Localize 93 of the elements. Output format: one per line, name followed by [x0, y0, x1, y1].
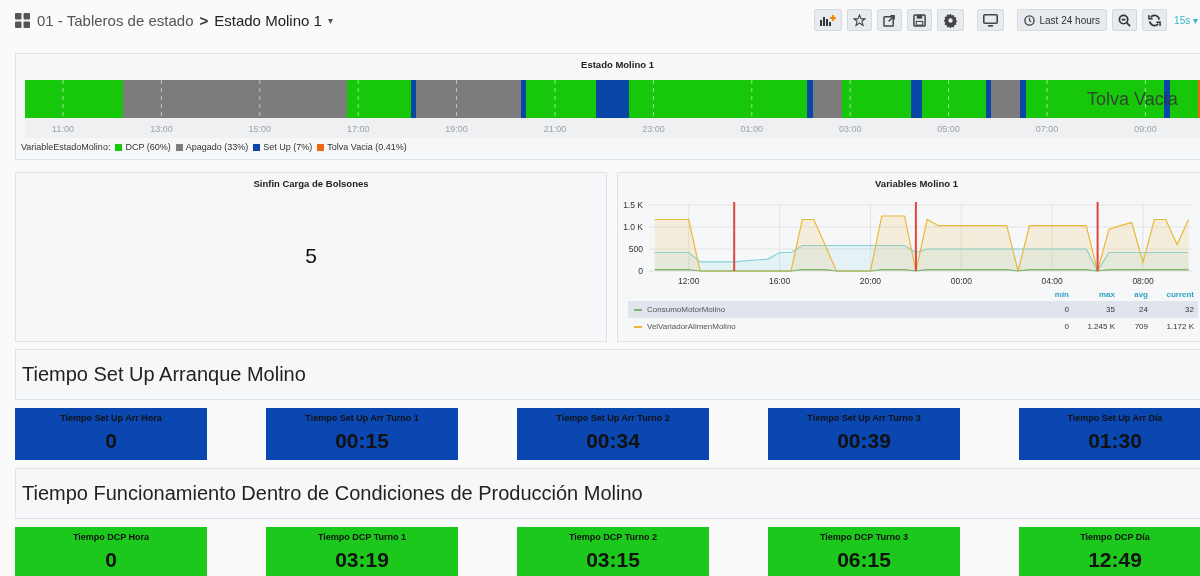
legend-row[interactable]: VelVariadorAlimenMolino 0 1.245 K 709 1.172 K — [628, 318, 1198, 335]
add-panel-button[interactable] — [814, 9, 843, 31]
panel-title: Variables Molino 1 — [874, 177, 959, 190]
save-icon — [913, 13, 927, 27]
legend-title: VariableEstadoMolino: — [21, 142, 111, 152]
axis-label: 21:00 — [543, 124, 567, 134]
axis-label: 1.5 K — [623, 200, 643, 210]
axis-label: 08:00 — [1132, 276, 1154, 286]
stat-value: 5 — [305, 243, 317, 268]
series-name[interactable]: VelVariadorAlimenMolino — [647, 322, 736, 331]
tv-mode-button[interactable] — [977, 9, 1005, 31]
stat-value: 06:15 — [837, 548, 891, 572]
annotation-marker — [733, 201, 736, 272]
axis-label: 12:00 — [678, 276, 700, 286]
axis-label: 19:00 — [445, 124, 468, 134]
legend-value: 35 — [1105, 305, 1115, 314]
legend-value: 1.172 K — [1165, 322, 1194, 331]
dashboard-title[interactable]: Estado Molino 1 — [214, 11, 322, 29]
share-button[interactable] — [877, 9, 903, 31]
axis-label: 01:00 — [740, 124, 764, 134]
axis-label: 07:00 — [1035, 124, 1059, 134]
stat-title: Tiempo Set Up Arr Hora — [60, 413, 162, 423]
axis-label: 23:00 — [642, 124, 665, 134]
axis-label: 16:00 — [768, 276, 791, 286]
legend-row[interactable]: ConsumoMotorMolino 0 35 24 32 — [628, 301, 1198, 318]
stat-title: Tiempo DCP Turno 3 — [820, 532, 908, 542]
caret-icon[interactable]: ▾ — [327, 14, 333, 26]
axis-label: 500 — [628, 244, 643, 254]
legend-label[interactable]: Set Up (7%) — [263, 142, 313, 152]
stat-title: Tiempo Set Up Arr Día — [1067, 413, 1163, 423]
axis-label: 03:00 — [838, 124, 862, 134]
add-chart-icon — [820, 14, 837, 26]
stat-title: Tiempo DCP Hora — [72, 532, 150, 542]
axis-label: 1.0 K — [623, 222, 643, 232]
panel-title: Sinfin Carga de Bolsones — [252, 177, 370, 190]
axis-label: 11:00 — [52, 124, 74, 134]
axis-label: 13:00 — [150, 124, 173, 134]
legend-value: 0 — [1063, 305, 1069, 314]
stat-value: 00:39 — [837, 429, 891, 453]
settings-icon — [943, 12, 959, 28]
stat-title: Tiempo Set Up Arr Turno 1 — [305, 413, 419, 423]
clock-icon — [1024, 14, 1036, 26]
stat-value: 00:34 — [586, 429, 640, 453]
stat-title: Tiempo DCP Turno 1 — [318, 532, 406, 542]
stat-value: 03:19 — [335, 548, 389, 572]
panel-title: Estado Molino 1 — [580, 58, 655, 72]
stat-value: 0 — [105, 548, 117, 572]
breadcrumb-separator: > — [199, 11, 209, 29]
legend-value: 32 — [1184, 305, 1194, 314]
share-icon — [883, 13, 897, 27]
axis-label: 00:00 — [950, 276, 972, 286]
legend-label[interactable]: Tolva Vacia (0.41%) — [327, 142, 407, 152]
settings-button[interactable] — [937, 9, 965, 31]
star-button[interactable] — [847, 9, 873, 31]
stat-value: 0 — [105, 429, 117, 453]
stat-value: 01:30 — [1088, 429, 1142, 453]
row-title: Tiempo Set Up Arranque Molino — [22, 363, 306, 386]
save-button[interactable] — [907, 9, 933, 31]
axis-label: 17:00 — [346, 124, 370, 134]
series-swatch — [634, 325, 642, 328]
stat-value: 12:49 — [1088, 548, 1142, 572]
refresh-button[interactable] — [1142, 9, 1168, 31]
stat-title: Tiempo Set Up Arr Turno 3 — [807, 413, 921, 423]
annotation-marker — [1096, 201, 1099, 272]
stat-title: Tiempo DCP Día — [1080, 532, 1150, 542]
axis-label: 0 — [638, 266, 643, 276]
row-title: Tiempo Funcionamiento Dentro de Condiciones de Producción Molino — [22, 482, 643, 505]
axis-label: 05:00 — [937, 124, 960, 134]
dashboard-grid-icon[interactable] — [15, 12, 30, 28]
axis-label: 04:00 — [1041, 276, 1063, 286]
stat-title: Tiempo DCP Turno 2 — [569, 532, 657, 542]
legend-value: 709 — [1133, 322, 1148, 331]
stat-value: 03:15 — [586, 548, 640, 572]
legend-label[interactable]: Apagado (33%) — [185, 142, 249, 152]
zoom-out-button[interactable] — [1112, 9, 1138, 31]
stat-value: 00:15 — [335, 429, 389, 453]
legend-value: 0 — [1063, 322, 1069, 331]
legend-value: 1.245 K — [1086, 322, 1115, 331]
axis-label: 20:00 — [859, 276, 882, 286]
axis-label: 15:00 — [248, 124, 272, 134]
series-swatch — [634, 308, 642, 311]
time-range-button[interactable]: Last 24 hours — [1017, 9, 1108, 31]
annotation-marker — [914, 201, 917, 272]
zoom-out-icon — [1118, 13, 1132, 27]
series-name[interactable]: ConsumoMotorMolino — [647, 305, 726, 314]
axis-label: 09:00 — [1134, 124, 1157, 134]
stat-title: Tiempo Set Up Arr Turno 2 — [556, 413, 670, 423]
refresh-icon — [1148, 13, 1162, 27]
monitor-icon — [983, 13, 999, 27]
folder-link[interactable]: 01 - Tableros de estado — [37, 11, 194, 29]
star-icon — [853, 13, 867, 27]
legend-label[interactable]: DCP (60%) — [125, 142, 171, 152]
legend-value: 24 — [1138, 305, 1148, 314]
